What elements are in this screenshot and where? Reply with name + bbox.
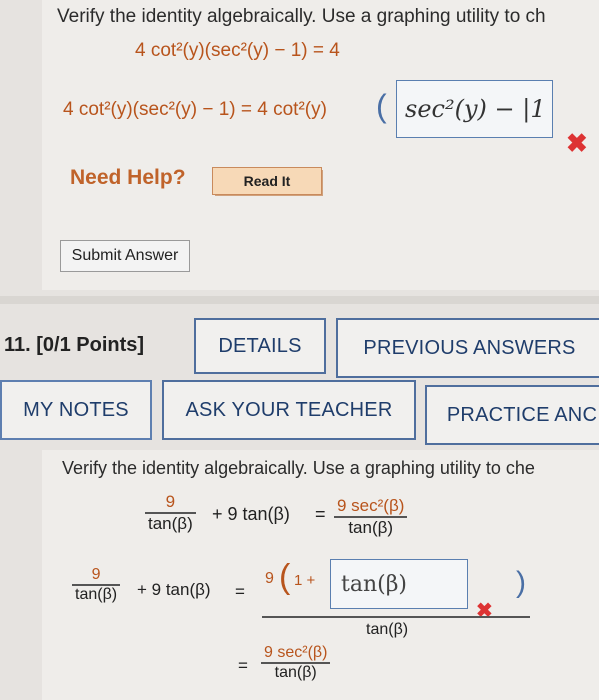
previous-answers-button[interactable]: PREVIOUS ANSWERS — [336, 318, 599, 378]
incorrect-x-icon: ✖ — [566, 128, 588, 158]
previous-open-paren: ( — [376, 88, 387, 124]
ask-teacher-button[interactable]: ASK YOUR TEACHER — [162, 380, 416, 440]
step1-answer-input[interactable]: tan(β) — [330, 559, 468, 609]
step1-frac1-num: 9 — [91, 566, 101, 583]
previous-instruction: Verify the identity algebraically. Use a… — [57, 6, 546, 27]
identity-equals: = — [315, 504, 326, 524]
step1-open-paren: ( — [279, 558, 291, 596]
identity-frac2-den: tan(β) — [348, 517, 394, 537]
previous-answer-input[interactable]: sec²(y) − |1 — [396, 80, 553, 138]
question-number-points: 11. [0/1 Points] — [4, 334, 145, 356]
identity-frac1-num: 9 — [165, 492, 176, 511]
details-button[interactable]: DETAILS — [194, 318, 326, 374]
my-notes-button[interactable]: MY NOTES — [0, 380, 152, 440]
step1-close-paren: ) — [516, 566, 526, 599]
step1-one-plus: 1 + — [294, 572, 316, 589]
practice-another-button[interactable]: PRACTICE ANC — [425, 385, 599, 445]
step2-den: tan(β) — [274, 663, 317, 681]
step2-num: 9 sec²(β) — [264, 644, 328, 661]
identity-fraction-left: 9 tan(β) — [145, 492, 196, 534]
submit-answer-button[interactable]: Submit Answer — [60, 240, 190, 272]
step1-plus-term: + 9 tan(β) — [137, 580, 211, 599]
identity-frac1-den: tan(β) — [148, 513, 193, 533]
need-help-label: Need Help? — [70, 166, 186, 189]
step2-equals: = — [238, 656, 248, 675]
previous-step-left: 4 cot²(y)(sec²(y) − 1) = 4 cot²(y) — [63, 99, 327, 120]
identity-frac2-num: 9 sec²(β) — [337, 496, 405, 515]
step1-den: tan(β) — [366, 621, 409, 638]
previous-identity: 4 cot²(y)(sec²(y) − 1) = 4 — [135, 40, 340, 61]
identity-fraction-right: 9 sec²(β) tan(β) — [334, 496, 408, 538]
read-it-button[interactable]: Read It — [212, 167, 322, 195]
step1-equals: = — [235, 582, 245, 601]
step1-fraction-bar — [262, 616, 530, 618]
step1-num-prefix: 9 — [265, 570, 274, 587]
section-divider — [0, 296, 599, 304]
step2-fraction: 9 sec²(β) tan(β) — [261, 644, 331, 682]
question-instruction: Verify the identity algebraically. Use a… — [62, 458, 535, 478]
step1-incorrect-x-icon: ✖ — [476, 600, 493, 622]
identity-plus-term: + 9 tan(β) — [212, 504, 290, 524]
step1-frac1-den: tan(β) — [75, 585, 118, 603]
step1-fraction-left: 9 tan(β) — [72, 566, 121, 604]
